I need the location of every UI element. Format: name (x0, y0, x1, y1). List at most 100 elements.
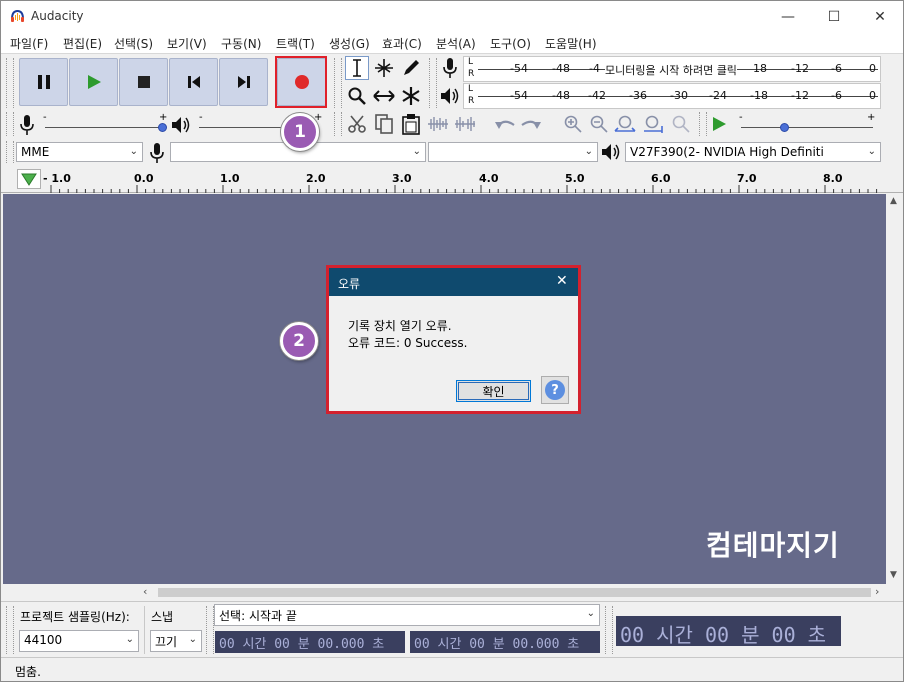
scroll-down-icon[interactable]: ▼ (890, 570, 897, 580)
time-grip[interactable] (605, 606, 613, 654)
speed-slider[interactable] (741, 127, 873, 128)
speed-knob[interactable] (780, 123, 789, 132)
menu-file[interactable]: 파일(F) (10, 35, 48, 52)
menu-bar: 파일(F) 편집(E) 선택(S) 보기(V) 구동(N) 트랙(T) 생성(G… (1, 32, 903, 53)
zoom-tool[interactable] (345, 84, 369, 108)
audio-position-value: 00 시간 00 분 00 초 (620, 623, 827, 646)
selection-end-time[interactable]: 00 시간 00 분 00.000 초 (410, 631, 600, 653)
undo-button[interactable] (493, 112, 517, 136)
skip-to-end-button[interactable] (219, 58, 268, 106)
record-volume-slider[interactable] (45, 127, 165, 128)
tools-grip[interactable] (334, 58, 342, 108)
close-button[interactable]: ✕ (857, 1, 903, 32)
zoom-toggle-button[interactable] (669, 112, 693, 136)
vertical-scrollbar[interactable]: ▲ ▼ (886, 194, 903, 584)
ok-button[interactable]: 확인 (456, 380, 531, 402)
ok-label: 확인 (482, 384, 505, 399)
maximize-button[interactable]: ☐ (811, 1, 857, 32)
menu-transport[interactable]: 구동(N) (221, 35, 261, 52)
selection-grip[interactable] (6, 606, 14, 654)
fit-selection-icon (614, 115, 636, 132)
selection-mode-select[interactable]: 선택: 시작과 끝 ⌄ (214, 604, 600, 626)
menu-view[interactable]: 보기(V) (167, 35, 207, 52)
zoom-out-button[interactable] (587, 112, 611, 136)
record-meter[interactable]: L R -54 -48 -4 모니터링을 시작 하려면 클릭 18 -12 -6… (463, 56, 881, 82)
horizontal-scroll-thumb[interactable] (158, 588, 871, 597)
ruler-tick: 6.0 (651, 172, 671, 185)
record-volume-knob[interactable] (158, 123, 167, 132)
playback-meter[interactable]: L R -54 -48 -42 -36 -30 -24 -18 -12 -6 0 (463, 83, 881, 109)
scroll-left-icon[interactable]: ‹ (143, 585, 147, 598)
snap-select[interactable]: 끄기 ⌄ (150, 630, 202, 652)
edit-grip[interactable] (334, 112, 342, 136)
meter-tick: -42 (588, 89, 606, 102)
menu-effect[interactable]: 효과(C) (382, 35, 422, 52)
minimize-button[interactable]: — (765, 1, 811, 32)
fit-project-button[interactable] (641, 112, 665, 136)
output-device-select[interactable]: V27F390(2- NVIDIA High Definiti ⌄ (625, 142, 881, 162)
record-meter-button[interactable] (438, 56, 462, 80)
meter-grip[interactable] (429, 58, 437, 108)
error-message-line-1: 기록 장치 열기 오류. (348, 319, 452, 333)
play-button[interactable] (69, 58, 118, 106)
project-rate-value: 44100 (24, 633, 63, 647)
input-channels-select[interactable]: ⌄ (428, 142, 598, 162)
selection-start-time[interactable]: 00 시간 00 분 00.000 초 (215, 631, 405, 653)
selection-mode-grip[interactable] (206, 606, 214, 654)
record-highlight (275, 56, 327, 108)
menu-generate[interactable]: 생성(G) (329, 35, 370, 52)
stop-button[interactable] (119, 58, 168, 106)
draw-tool[interactable] (399, 56, 423, 80)
time-shift-tool[interactable] (372, 84, 396, 108)
menu-tracks[interactable]: 트랙(T) (276, 35, 315, 52)
menu-analyze[interactable]: 분석(A) (436, 35, 476, 52)
menu-tools[interactable]: 도구(O) (490, 35, 531, 52)
project-rate-select[interactable]: 44100 ⌄ (19, 630, 139, 652)
magnifier-icon (348, 87, 366, 105)
audio-position-time[interactable]: 00 시간 00 분 00 초 (616, 616, 841, 646)
annotation-badge-1: 1 (281, 113, 319, 151)
zoom-in-button[interactable] (561, 112, 585, 136)
fit-selection-button[interactable] (613, 112, 637, 136)
speed-grip[interactable] (699, 112, 707, 136)
trim-button[interactable] (426, 112, 450, 136)
cut-button[interactable] (345, 112, 369, 136)
envelope-tool[interactable] (372, 56, 396, 80)
timeline-ruler[interactable]: - 1.0 0.0 1.0 2.0 3.0 4.0 5.0 6.0 7.0 8.… (1, 165, 903, 193)
dialog-close-icon[interactable]: ✕ (556, 273, 568, 289)
chevron-down-icon: ⌄ (584, 146, 593, 157)
ruler-tick: 7.0 (737, 172, 757, 185)
minimize-icon: — (781, 8, 795, 25)
playback-meter-button[interactable] (438, 84, 462, 108)
play-at-speed-button[interactable] (707, 112, 731, 136)
scroll-right-icon[interactable]: › (875, 585, 879, 598)
dialog-body: 기록 장치 열기 오류. 오류 코드: 0 Success. 확인 ? (329, 296, 578, 411)
meter-left-channel: L (468, 57, 474, 67)
device-grip[interactable] (6, 141, 14, 163)
audio-host-select[interactable]: MME ⌄ (16, 142, 143, 162)
redo-button[interactable] (519, 112, 543, 136)
menu-edit[interactable]: 편집(E) (63, 35, 102, 52)
menu-help[interactable]: 도움말(H) (545, 35, 597, 52)
pause-icon (37, 75, 50, 89)
meter-tick: -6 (831, 62, 842, 75)
scroll-up-icon[interactable]: ▲ (890, 196, 897, 206)
paste-button[interactable] (399, 112, 423, 136)
selection-tool[interactable] (345, 56, 369, 80)
speaker-icon (441, 88, 459, 104)
silence-button[interactable] (453, 112, 477, 136)
meter-tick: -54 (510, 89, 528, 102)
toolbar-grip[interactable] (6, 58, 14, 108)
skip-to-start-button[interactable] (169, 58, 218, 106)
copy-button[interactable] (372, 112, 396, 136)
menu-select[interactable]: 선택(S) (114, 35, 153, 52)
horizontal-scrollbar[interactable]: ‹ › (3, 584, 886, 601)
help-button[interactable]: ? (541, 376, 569, 404)
mixer-grip[interactable] (6, 112, 14, 136)
pause-button[interactable] (19, 58, 68, 106)
status-bar: 멈춤. (1, 657, 903, 681)
ruler-tick: 0.0 (134, 172, 154, 185)
ruler-tick: 8.0 (823, 172, 843, 185)
multi-tool[interactable] (399, 84, 423, 108)
ruler-tick: 3.0 (392, 172, 412, 185)
